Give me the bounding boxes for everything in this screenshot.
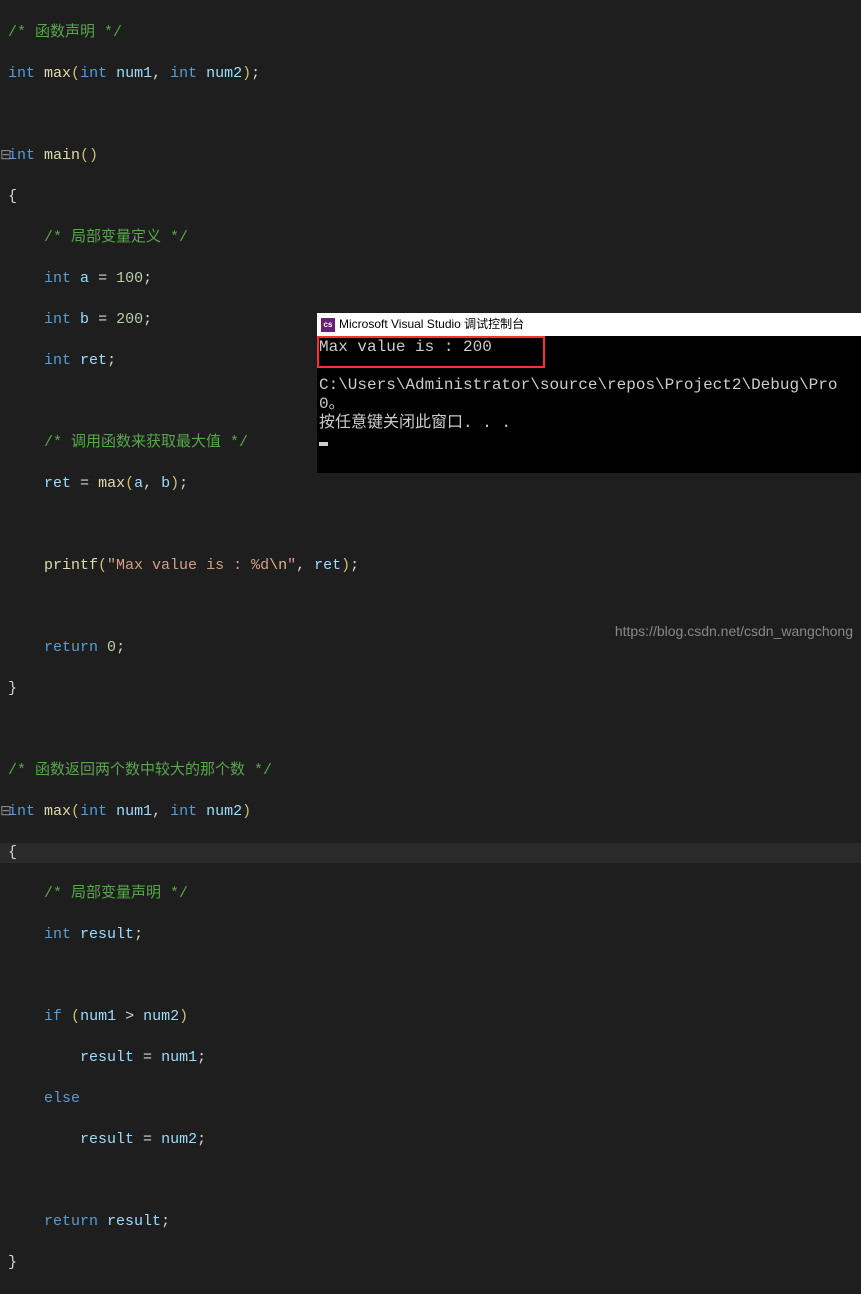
- var: num1: [80, 1008, 116, 1025]
- vs-icon: cs: [321, 318, 335, 332]
- number: 100: [116, 270, 143, 287]
- func-name: max: [44, 803, 71, 820]
- comment: /* 函数声明 */: [8, 24, 122, 41]
- type-kw: int: [44, 311, 71, 328]
- var: result: [107, 1213, 161, 1230]
- var: num2: [143, 1008, 179, 1025]
- param: num1: [107, 803, 152, 820]
- comment: /* 局部变量定义 */: [44, 229, 188, 246]
- comment: /* 函数返回两个数中较大的那个数 */: [8, 762, 272, 779]
- comment: /* 局部变量声明 */: [44, 885, 188, 902]
- type-kw: int: [170, 65, 197, 82]
- var: ret: [44, 475, 71, 492]
- console-output: Max value is : 200 C:\Users\Administrato…: [317, 336, 861, 454]
- keyword: else: [44, 1090, 80, 1107]
- number: 0: [107, 639, 116, 656]
- keyword: return: [44, 639, 98, 656]
- arg: b: [161, 475, 170, 492]
- console-titlebar[interactable]: cs Microsoft Visual Studio 调试控制台: [317, 313, 861, 336]
- code-editor[interactable]: /* 函数声明 */ int max(int num1, int num2); …: [0, 0, 861, 1294]
- var: a: [80, 270, 89, 287]
- fold-icon[interactable]: ⊟: [0, 802, 8, 823]
- console-line: 按任意键关闭此窗口. . .: [319, 414, 511, 432]
- type-kw: int: [44, 352, 71, 369]
- comment: /* 调用函数来获取最大值 */: [44, 434, 248, 451]
- cursor-icon: [319, 442, 328, 446]
- fold-icon[interactable]: ⊟: [0, 146, 8, 167]
- var: ret: [80, 352, 107, 369]
- var: b: [80, 311, 89, 328]
- console-line: Max value is : 200: [319, 338, 492, 356]
- type-kw: int: [80, 65, 107, 82]
- number: 200: [116, 311, 143, 328]
- console-line: 0。: [319, 395, 345, 413]
- func-name: main: [44, 147, 80, 164]
- keyword: return: [44, 1213, 98, 1230]
- func-name: max: [44, 65, 71, 82]
- var: result: [80, 1131, 134, 1148]
- param: num1: [107, 65, 152, 82]
- console-line: C:\Users\Administrator\source\repos\Proj…: [319, 376, 837, 394]
- type-kw: int: [44, 926, 71, 943]
- param: num2: [197, 65, 242, 82]
- keyword: if: [44, 1008, 62, 1025]
- arg: a: [134, 475, 143, 492]
- type-kw: int: [170, 803, 197, 820]
- param: num2: [197, 803, 242, 820]
- arg: ret: [314, 557, 341, 574]
- escape: \n: [269, 557, 287, 574]
- type-kw: int: [8, 65, 35, 82]
- type-kw: int: [8, 803, 35, 820]
- var: num1: [161, 1049, 197, 1066]
- var: result: [80, 926, 134, 943]
- string: "Max value is : %d: [107, 557, 269, 574]
- func-call: printf: [44, 557, 98, 574]
- current-line: {: [0, 843, 861, 864]
- func-call: max: [98, 475, 125, 492]
- type-kw: int: [44, 270, 71, 287]
- type-kw: int: [80, 803, 107, 820]
- op: >: [125, 1008, 134, 1025]
- var: result: [80, 1049, 134, 1066]
- var: num2: [161, 1131, 197, 1148]
- console-window[interactable]: cs Microsoft Visual Studio 调试控制台 Max val…: [317, 313, 861, 473]
- type-kw: int: [8, 147, 35, 164]
- string: ": [287, 557, 296, 574]
- console-title-text: Microsoft Visual Studio 调试控制台: [339, 313, 524, 336]
